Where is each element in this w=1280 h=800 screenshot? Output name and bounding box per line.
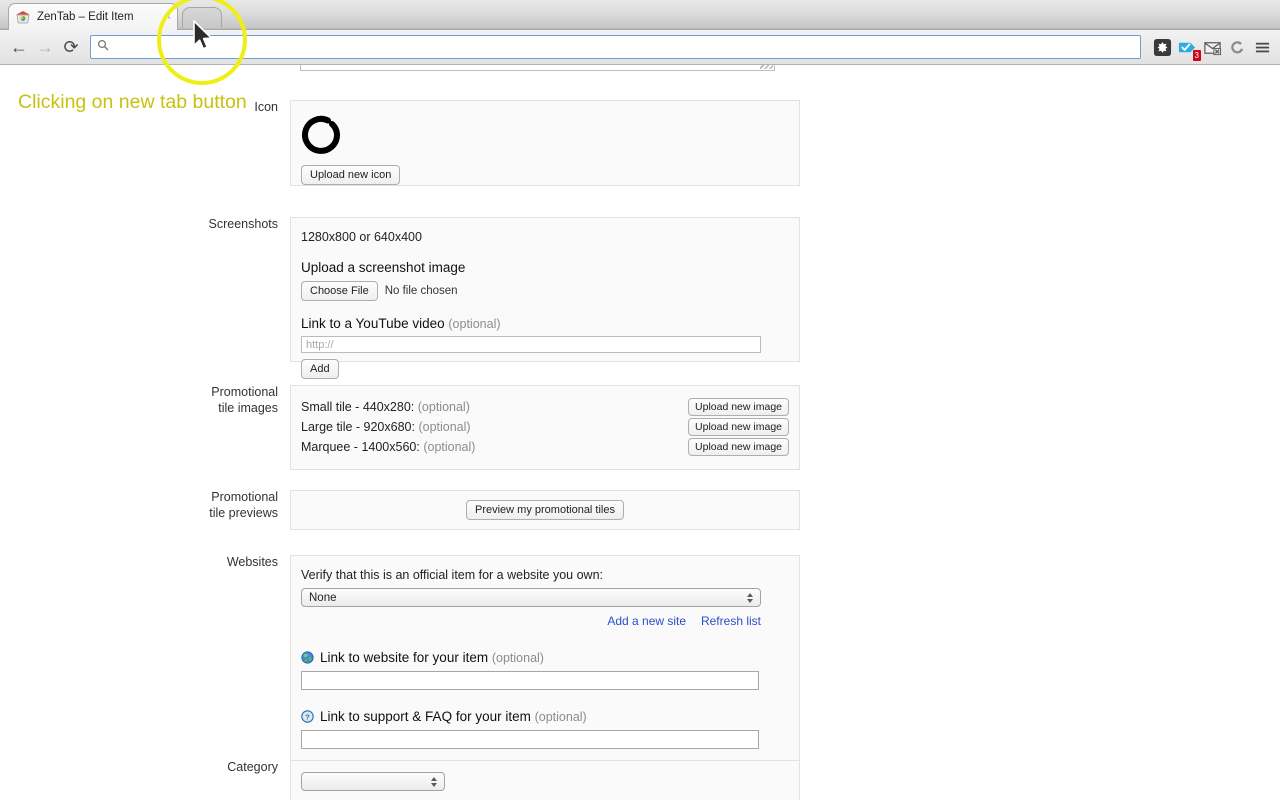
- tab-strip: ZenTab – Edit Item ×: [0, 0, 1280, 30]
- page-content: Icon Upload new icon Screenshots 1280x80…: [0, 65, 1280, 800]
- support-url-input[interactable]: [301, 730, 759, 749]
- site-link-optional: (optional): [491, 651, 544, 665]
- site-link-heading-text: Link to website for your item: [320, 650, 489, 665]
- promo-tiles-label: Promotional tile images: [0, 385, 290, 470]
- browser-tab-title: ZenTab – Edit Item: [37, 11, 134, 23]
- puzzle-extension-icon[interactable]: [1151, 36, 1174, 59]
- website-verify-select[interactable]: None: [301, 588, 761, 607]
- upload-new-icon-button[interactable]: Upload new icon: [301, 165, 401, 185]
- website-verify-select-value: None: [309, 591, 337, 604]
- back-button[interactable]: ←: [6, 34, 32, 60]
- promo-previews-label-line1: Promotional: [211, 490, 278, 504]
- youtube-optional-text: (optional): [448, 317, 501, 331]
- promo-tiles-label-line1: Promotional: [211, 385, 278, 399]
- site-url-input[interactable]: [301, 671, 759, 690]
- support-link-heading-text: Link to support & FAQ for your item: [320, 709, 531, 724]
- tab-close-icon[interactable]: ×: [165, 11, 171, 23]
- promo-tile-optional: (optional): [418, 420, 471, 434]
- black-ring-icon: [302, 115, 341, 154]
- youtube-link-heading-text: Link to a YouTube video: [301, 316, 445, 331]
- textarea-resize-handle[interactable]: [760, 65, 773, 69]
- website-links-row: Add a new site Refresh list: [301, 612, 761, 630]
- youtube-link-heading: Link to a YouTube video (optional): [301, 316, 789, 331]
- promo-tile-label: Small tile - 440x280:: [301, 400, 415, 414]
- svg-text:?: ?: [305, 712, 310, 721]
- form-row-screenshots: Screenshots 1280x800 or 640x400 Upload a…: [0, 217, 800, 379]
- screenshots-label: Screenshots: [208, 217, 278, 231]
- badge-count: 3: [1192, 49, 1201, 61]
- screenshots-field: 1280x800 or 640x400 Upload a screenshot …: [290, 217, 800, 379]
- promo-previews-label: Promotional tile previews: [0, 490, 290, 530]
- promo-tiles-label-line2: tile images: [218, 400, 278, 415]
- add-youtube-button[interactable]: Add: [301, 359, 339, 379]
- support-link-heading-row: ? Link to support & FAQ for your item (o…: [301, 709, 789, 724]
- promo-tile-row: Marquee - 1400x560: (optional) Upload ne…: [301, 437, 789, 457]
- select-arrows-icon: [431, 776, 437, 787]
- support-link-optional: (optional): [534, 710, 587, 724]
- upload-new-image-button[interactable]: Upload new image: [688, 418, 789, 436]
- no-file-chosen-text: No file chosen: [384, 285, 458, 297]
- refresh-list-link[interactable]: Refresh list: [701, 614, 761, 628]
- icon-preview: [301, 113, 345, 157]
- hamburger-menu-icon[interactable]: [1251, 36, 1274, 59]
- preview-promotional-tiles-button[interactable]: Preview my promotional tiles: [466, 500, 624, 520]
- question-circle-icon: ?: [301, 710, 314, 723]
- site-link-heading: Link to website for your item (optional): [320, 650, 544, 665]
- promo-tile-label: Large tile - 920x680:: [301, 420, 415, 434]
- description-textarea-cutoff[interactable]: [300, 65, 775, 71]
- verify-ownership-text: Verify that this is an official item for…: [301, 568, 603, 582]
- form-row-category: Category: [0, 760, 800, 800]
- browser-tab[interactable]: ZenTab – Edit Item ×: [8, 3, 178, 30]
- select-arrows-icon: [747, 592, 753, 603]
- support-link-heading: Link to support & FAQ for your item (opt…: [320, 709, 587, 724]
- mail-x-icon[interactable]: [1201, 36, 1224, 59]
- upload-new-image-button[interactable]: Upload new image: [688, 398, 789, 416]
- category-field: [290, 760, 800, 800]
- reload-button[interactable]: ⟳: [58, 34, 84, 60]
- category-label: Category: [227, 760, 278, 774]
- promo-tile-optional: (optional): [423, 440, 476, 454]
- promo-tile-row: Small tile - 440x280: (optional) Upload …: [301, 397, 789, 417]
- screenshot-dimensions-hint: 1280x800 or 640x400: [301, 230, 422, 244]
- promo-tiles-field: Small tile - 440x280: (optional) Upload …: [290, 385, 800, 470]
- search-icon: [97, 38, 109, 56]
- annotation-text: Clicking on new tab button: [18, 91, 247, 113]
- form-row-promo-previews: Promotional tile previews Preview my pro…: [0, 490, 800, 530]
- site-link-heading-row: Link to website for your item (optional): [301, 650, 789, 665]
- promo-tile-row: Large tile - 920x680: (optional) Upload …: [301, 417, 789, 437]
- promo-previews-label-line2: tile previews: [209, 505, 278, 520]
- address-bar[interactable]: [90, 35, 1141, 59]
- youtube-url-input[interactable]: [301, 336, 761, 353]
- promo-tile-text: Large tile - 920x680: (optional): [301, 417, 471, 437]
- forward-button[interactable]: →: [32, 34, 58, 60]
- category-select[interactable]: [301, 772, 445, 791]
- promo-tile-text: Small tile - 440x280: (optional): [301, 397, 470, 417]
- upload-new-image-button[interactable]: Upload new image: [688, 438, 789, 456]
- form-row-promo-tiles: Promotional tile images Small tile - 440…: [0, 385, 800, 470]
- upload-screenshot-heading: Upload a screenshot image: [301, 260, 466, 275]
- navigation-toolbar: ← → ⟳ 3: [0, 30, 1280, 65]
- blue-tag-check-icon[interactable]: 3: [1176, 36, 1201, 61]
- globe-icon: [301, 651, 314, 664]
- promo-tile-optional: (optional): [417, 400, 470, 414]
- chrome-web-store-favicon-icon: [15, 9, 31, 25]
- gray-arc-icon[interactable]: [1226, 36, 1249, 59]
- choose-file-button[interactable]: Choose File: [301, 281, 378, 301]
- new-tab-button[interactable]: [182, 7, 222, 28]
- promo-tile-text: Marquee - 1400x560: (optional): [301, 437, 475, 457]
- choose-file-row: Choose File No file chosen: [301, 281, 789, 301]
- promo-tile-label: Marquee - 1400x560:: [301, 440, 420, 454]
- browser-chrome: ZenTab – Edit Item × ← → ⟳ 3: [0, 0, 1280, 65]
- icon-field: Upload new icon: [290, 100, 800, 186]
- add-a-new-site-link[interactable]: Add a new site: [607, 614, 686, 628]
- address-bar-input[interactable]: [114, 37, 1134, 57]
- promo-previews-field: Preview my promotional tiles: [290, 490, 800, 530]
